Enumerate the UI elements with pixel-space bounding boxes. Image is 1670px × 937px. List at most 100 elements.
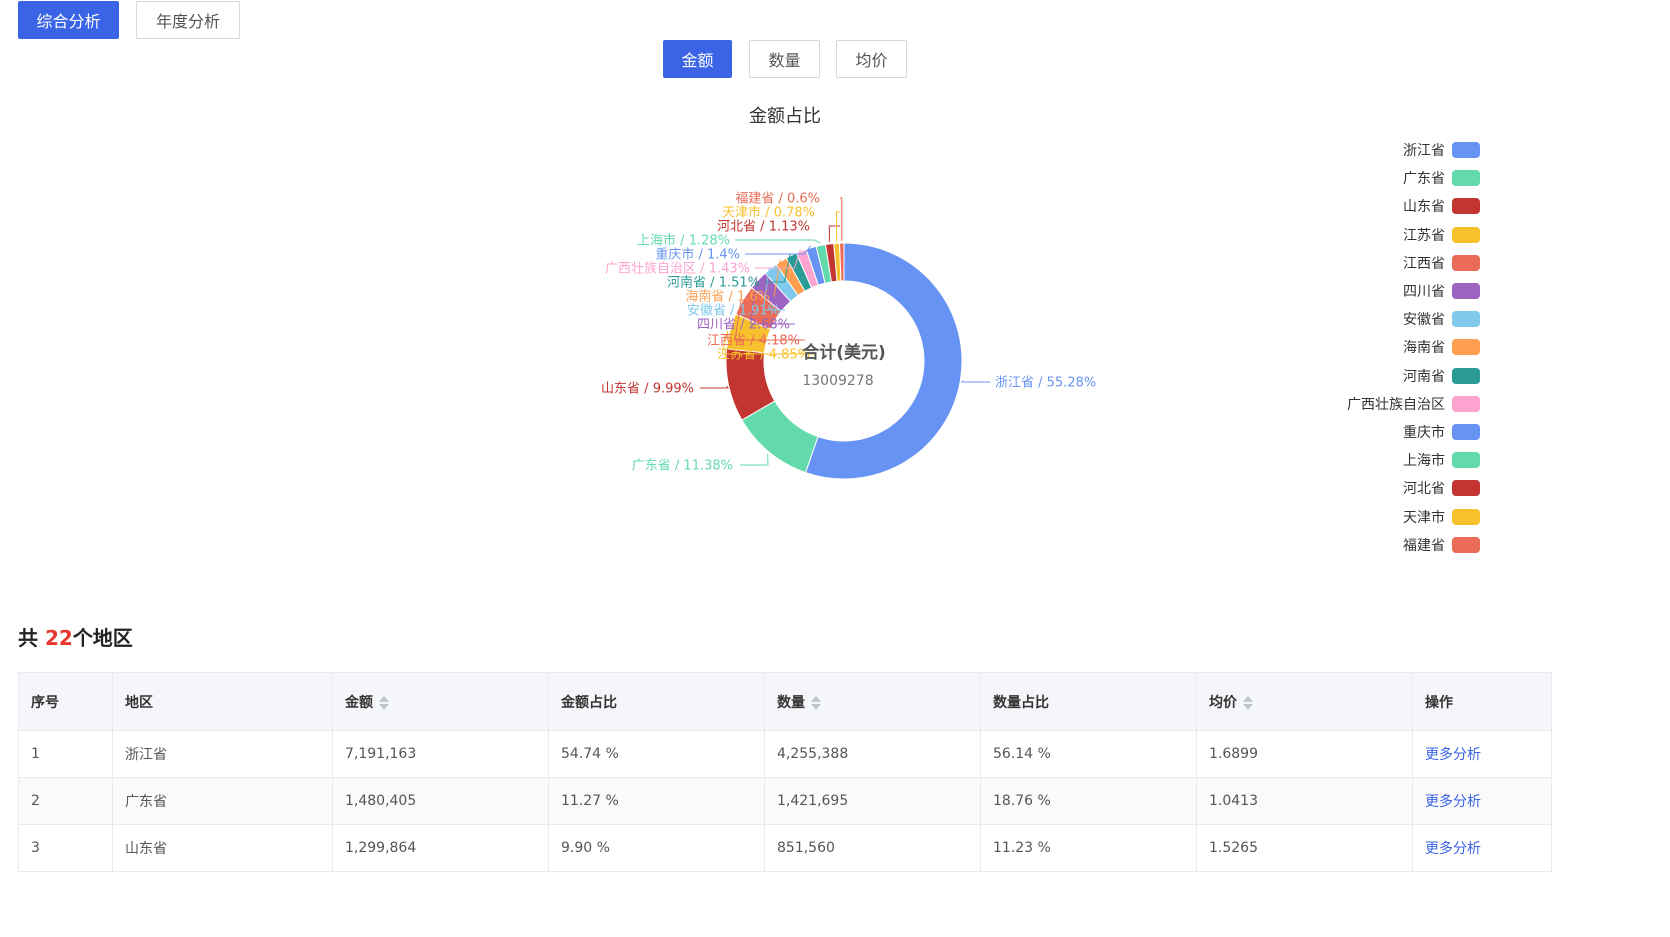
metric-tab-amount[interactable]: 金额 — [663, 40, 732, 78]
legend-item[interactable]: 重庆市 — [1347, 418, 1480, 446]
chart-legend: 浙江省广东省山东省江苏省江西省四川省安徽省海南省河南省广西壮族自治区重庆市上海市… — [1347, 136, 1480, 559]
legend-label: 四川省 — [1403, 284, 1445, 301]
more-analysis-link[interactable]: 更多分析 — [1412, 824, 1552, 872]
table-cell: 1 — [18, 730, 113, 778]
pie-label-12: 河北省 / 1.13% — [717, 220, 810, 235]
col-header-quantity[interactable]: 数量 — [764, 672, 981, 731]
table-cell: 广东省 — [112, 777, 333, 825]
pie-label-9: 广西壮族自治区 / 1.43% — [605, 261, 750, 277]
pie-label-line-11 — [735, 239, 821, 244]
legend-item[interactable]: 河南省 — [1347, 362, 1480, 390]
region-count: 22 — [44, 626, 73, 650]
legend-swatch — [1452, 480, 1480, 497]
legend-swatch — [1452, 395, 1480, 412]
table-cell: 1,480,405 — [332, 777, 549, 825]
legend-item[interactable]: 四川省 — [1347, 277, 1480, 305]
table-cell: 1.5265 — [1196, 824, 1413, 872]
legend-label: 江苏省 — [1403, 227, 1445, 244]
pie-label-13: 天津市 / 0.78% — [722, 205, 815, 221]
legend-item[interactable]: 福建省 — [1347, 531, 1480, 559]
pie-label-6: 安徽省 / 1.91% — [687, 304, 780, 319]
legend-label: 浙江省 — [1403, 143, 1445, 160]
col-header-amount[interactable]: 金额 — [332, 672, 549, 731]
legend-item[interactable]: 天津市 — [1347, 502, 1480, 530]
sort-icon[interactable] — [811, 695, 821, 710]
legend-swatch — [1452, 536, 1480, 553]
table-cell: 9.90 % — [548, 824, 765, 872]
pie-label-10: 重庆市 / 1.4% — [655, 247, 740, 263]
chart-title: 金额占比 — [749, 106, 821, 127]
legend-swatch — [1452, 423, 1480, 440]
col-header-region: 地区 — [112, 672, 333, 731]
legend-item[interactable]: 山东省 — [1347, 192, 1480, 220]
metric-tab-quantity[interactable]: 数量 — [749, 40, 820, 78]
legend-label: 广东省 — [1403, 171, 1445, 188]
legend-swatch — [1452, 198, 1480, 215]
legend-item[interactable]: 海南省 — [1347, 333, 1480, 361]
col-header-avg-price[interactable]: 均价 — [1196, 672, 1413, 731]
legend-swatch — [1452, 367, 1480, 384]
table-cell: 1.6899 — [1196, 730, 1413, 778]
pie-label-4: 江西省 / 4.18% — [707, 334, 800, 349]
legend-swatch — [1452, 226, 1480, 243]
pie-label-14: 福建省 / 0.6% — [735, 192, 820, 207]
table-cell: 3 — [18, 824, 113, 872]
table-cell: 54.74 % — [548, 730, 765, 778]
table-cell: 1.0413 — [1196, 777, 1413, 825]
pie-label-line-14 — [840, 197, 843, 242]
legend-label: 河北省 — [1403, 481, 1445, 498]
legend-swatch — [1452, 142, 1480, 159]
legend-item[interactable]: 浙江省 — [1347, 136, 1480, 164]
legend-swatch — [1452, 170, 1480, 187]
legend-item[interactable]: 上海市 — [1347, 446, 1480, 474]
legend-item[interactable]: 广东省 — [1347, 164, 1480, 192]
tab-comprehensive[interactable]: 综合分析 — [18, 1, 119, 39]
legend-item[interactable]: 安徽省 — [1347, 305, 1480, 333]
pie-label-line-13 — [836, 211, 840, 242]
legend-swatch — [1452, 311, 1480, 328]
more-analysis-link[interactable]: 更多分析 — [1412, 777, 1552, 825]
table-cell: 56.14 % — [980, 730, 1197, 778]
pie-label-11: 上海市 / 1.28% — [637, 233, 730, 249]
col-header-quantity-share: 数量占比 — [980, 672, 1197, 731]
metric-tab-avg-price[interactable]: 均价 — [836, 40, 907, 78]
legend-swatch — [1452, 452, 1480, 469]
tab-annual[interactable]: 年度分析 — [136, 1, 240, 39]
table-cell: 1,421,695 — [764, 777, 981, 825]
legend-label: 天津市 — [1403, 509, 1445, 526]
pie-label-0: 浙江省 / 55.28% — [995, 376, 1096, 391]
legend-label: 江西省 — [1403, 255, 1445, 272]
legend-label: 海南省 — [1403, 340, 1445, 357]
pie-label-line-1 — [740, 453, 769, 466]
legend-item[interactable]: 广西壮族自治区 — [1347, 390, 1480, 418]
region-table: 序号 地区 金额 金额占比 数量 数量占比 均价 操作 1 浙江省 7,191,16… — [18, 672, 1552, 872]
col-header-amount-share: 金额占比 — [548, 672, 765, 731]
legend-label: 河南省 — [1403, 368, 1445, 385]
table-cell: 山东省 — [112, 824, 333, 872]
table-cell: 11.23 % — [980, 824, 1197, 872]
table-cell: 4,255,388 — [764, 730, 981, 778]
legend-item[interactable]: 河北省 — [1347, 474, 1480, 502]
table-cell: 18.76 % — [980, 777, 1197, 825]
sort-icon[interactable] — [379, 695, 389, 710]
legend-label: 广西壮族自治区 — [1347, 396, 1445, 413]
table-row: 1 浙江省 7,191,163 54.74 % 4,255,388 56.14 % 1.68… — [18, 730, 1552, 778]
legend-item[interactable]: 江苏省 — [1347, 221, 1480, 249]
pie-label-8: 河南省 / 1.51% — [667, 275, 760, 291]
legend-swatch — [1452, 339, 1480, 356]
chart-center-value: 13009278 — [802, 373, 873, 389]
table-cell: 2 — [18, 777, 113, 825]
legend-swatch — [1452, 508, 1480, 525]
table-header-row: 序号 地区 金额 金额占比 数量 数量占比 均价 操作 — [18, 672, 1552, 731]
legend-label: 上海市 — [1403, 453, 1445, 470]
sort-icon[interactable] — [1243, 695, 1253, 710]
legend-label: 福建省 — [1403, 537, 1445, 554]
legend-swatch — [1452, 283, 1480, 300]
more-analysis-link[interactable]: 更多分析 — [1412, 730, 1552, 778]
legend-label: 重庆市 — [1403, 424, 1445, 441]
table-cell: 851,560 — [764, 824, 981, 872]
pie-label-5: 四川省 / 2.68% — [697, 318, 790, 333]
pie-label-line-0 — [961, 380, 990, 383]
table-cell: 1,299,864 — [332, 824, 549, 872]
legend-item[interactable]: 江西省 — [1347, 249, 1480, 277]
